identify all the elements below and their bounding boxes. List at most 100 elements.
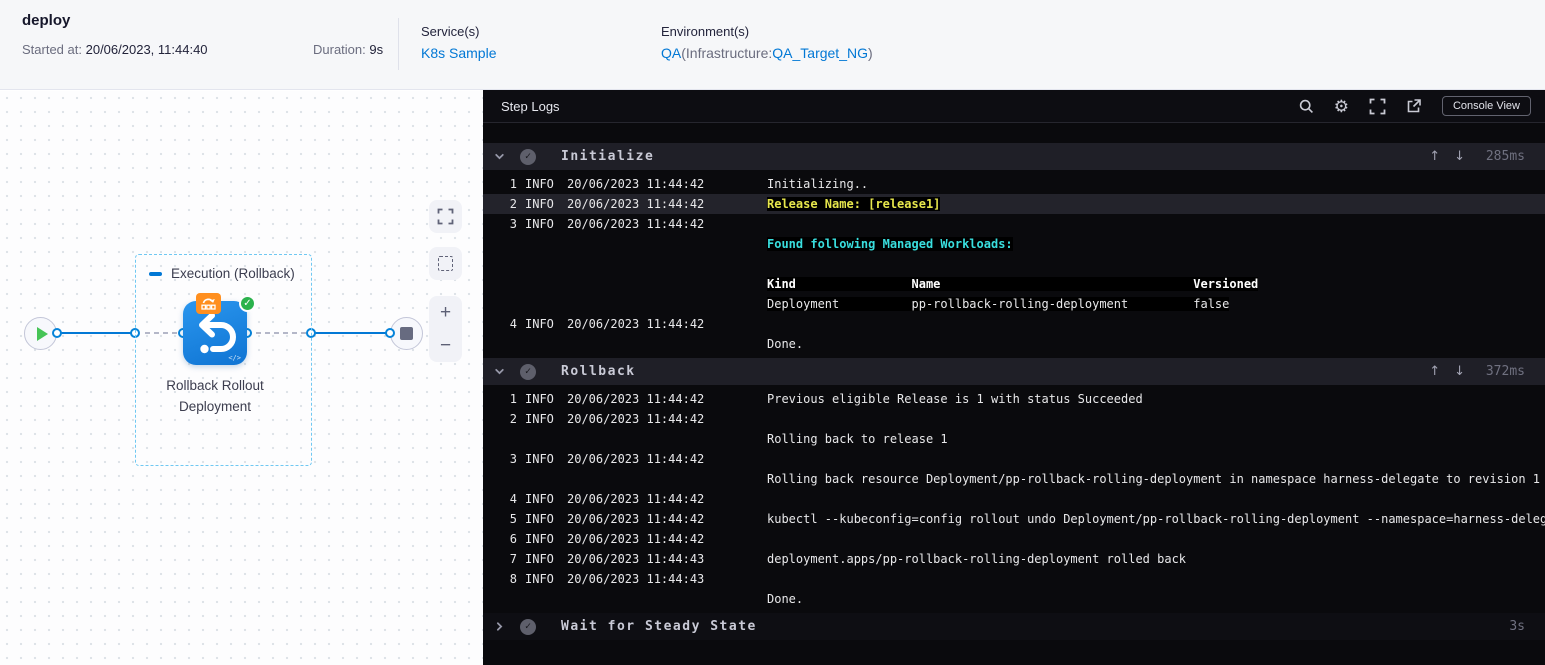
log-line: Deployment pp-rollback-rolling-deploymen… [483, 294, 1545, 314]
services-block: Service(s) K8s Sample [421, 24, 496, 61]
started-at-value: 20/06/2023, 11:44:40 [85, 42, 208, 57]
line-number: 1 [509, 177, 517, 191]
settings-gear-icon[interactable]: ⚙ [1334, 98, 1349, 115]
log-level: INFO [525, 217, 554, 231]
step-logs-title: Step Logs [501, 98, 560, 114]
section-success-check-icon: ✓ [520, 363, 536, 380]
log-line: 8 INFO 20/06/2023 11:44:43 [483, 569, 1545, 589]
duration: Duration: 9s [313, 42, 383, 57]
log-timestamp: 20/06/2023 11:44:43 [567, 552, 705, 566]
log-level: INFO [525, 317, 554, 331]
service-link[interactable]: K8s Sample [421, 45, 496, 61]
fullscreen-icon [437, 208, 454, 225]
line-number: 2 [509, 412, 517, 426]
log-line: Done. [483, 589, 1545, 609]
log-timestamp: 20/06/2023 11:44:43 [567, 572, 705, 586]
log-level: INFO [525, 412, 554, 426]
section-duration: 372ms [1485, 364, 1525, 379]
log-line: Rolling back to release 1 [483, 429, 1545, 449]
log-timestamp: 20/06/2023 11:44:42 [567, 492, 705, 506]
environments-label: Environment(s) [661, 24, 750, 39]
log-level: INFO [525, 392, 554, 406]
started-at: Started at: 20/06/2023, 11:44:40 [22, 42, 208, 57]
log-line: 1 INFO 20/06/2023 11:44:42 Initializing.. [483, 174, 1545, 194]
duration-value: 9s [369, 42, 384, 57]
log-level: INFO [525, 452, 554, 466]
chevron-down-icon[interactable] [494, 151, 512, 162]
log-section-initialize: ✓ Initialize ↑ ↓ 285ms 1 INFO 20/06/2023 11:44:… [483, 143, 1545, 354]
log-timestamp: 20/06/2023 11:44:42 [567, 197, 705, 211]
section-title: Rollback [561, 364, 636, 379]
chevron-right-icon[interactable] [494, 621, 512, 632]
section-header-wait-for-steady-state[interactable]: ✓ Wait for Steady State 3s [483, 613, 1545, 640]
scroll-to-top-icon[interactable]: ↑ [1429, 149, 1440, 164]
execution-group-label: Execution (Rollback) [171, 266, 295, 281]
environment-close-paren: ) [867, 45, 873, 61]
log-timestamp: 20/06/2023 11:44:42 [567, 512, 705, 526]
canvas-fullscreen-button[interactable] [429, 200, 462, 233]
log-level: INFO [525, 197, 554, 211]
log-message: Previous eligible Release is 1 with stat… [767, 392, 1143, 406]
log-message: Done. [767, 337, 804, 351]
marquee-select-icon [438, 256, 453, 271]
pipeline-canvas[interactable]: Execution (Rollback) </> ✓ Rollback Roll… [0, 91, 483, 665]
log-message: kubectl --kubeconfig=config rollout undo… [767, 512, 1545, 526]
scroll-to-bottom-icon[interactable]: ↓ [1454, 364, 1465, 379]
section-log-lines: 1 INFO 20/06/2023 11:44:42 Initializing.. 2 I… [483, 170, 1545, 354]
collapse-group-icon[interactable] [149, 271, 162, 276]
section-duration: 285ms [1485, 149, 1525, 164]
rollout-step-badge-icon [196, 293, 221, 314]
line-number: 4 [509, 492, 517, 506]
log-section-rollback: ✓ Rollback ↑ ↓ 372ms 1 INFO 20/06/2023 11:44:42… [483, 358, 1545, 609]
play-icon [36, 326, 48, 341]
line-number: 3 [509, 452, 517, 466]
step-logs-panel: Step Logs ⚙ Console View ✓ Initialize ↑ ↓ 28… [483, 90, 1545, 665]
log-message: Release Name: [release1] [767, 197, 941, 211]
started-at-label: Started at: [22, 42, 82, 57]
line-number: 8 [509, 572, 517, 586]
log-line: Found following Managed Workloads: [483, 234, 1545, 254]
environments-block: Environment(s) QA(Infrastructure:QA_Targ… [661, 24, 873, 61]
scroll-to-bottom-icon[interactable]: ↓ [1454, 149, 1465, 164]
line-number: 2 [509, 197, 517, 211]
chevron-down-icon[interactable] [494, 366, 512, 377]
edge-start-to-group [57, 332, 135, 334]
canvas-select-button[interactable] [429, 247, 462, 280]
log-level: INFO [525, 492, 554, 506]
log-message: Initializing.. [767, 177, 869, 191]
log-line: 5 INFO 20/06/2023 11:44:42 kubectl --kubeco… [483, 509, 1545, 529]
log-line: 3 INFO 20/06/2023 11:44:42 [483, 214, 1545, 234]
step-success-check-icon: ✓ [239, 295, 256, 312]
line-number: 3 [509, 217, 517, 231]
code-glyph: </> [228, 354, 241, 362]
log-section-wait-for-steady-state: ✓ Wait for Steady State 3s [483, 613, 1545, 640]
log-message: Kind Name Versioned [767, 277, 1259, 291]
line-number: 1 [509, 392, 517, 406]
zoom-in-button[interactable]: + [440, 303, 451, 322]
log-level: INFO [525, 572, 554, 586]
section-header-rollback[interactable]: ✓ Rollback ↑ ↓ 372ms [483, 358, 1545, 385]
open-in-new-icon[interactable] [1406, 98, 1422, 114]
connector-dot[interactable] [385, 328, 395, 338]
expand-fullscreen-icon[interactable] [1369, 98, 1386, 115]
search-icon[interactable] [1299, 99, 1314, 114]
environment-link[interactable]: QA [661, 45, 681, 61]
edge-group-to-end [311, 332, 390, 334]
scroll-to-top-icon[interactable]: ↑ [1429, 364, 1440, 379]
console-view-button[interactable]: Console View [1441, 96, 1531, 116]
line-number: 6 [509, 532, 517, 546]
log-timestamp: 20/06/2023 11:44:42 [567, 392, 705, 406]
log-level: INFO [525, 512, 554, 526]
log-line: 3 INFO 20/06/2023 11:44:42 [483, 449, 1545, 469]
section-log-lines: 1 INFO 20/06/2023 11:44:42 Previous eligibl… [483, 385, 1545, 609]
infrastructure-link[interactable]: QA_Target_NG [772, 45, 868, 61]
log-message: Found following Managed Workloads: [767, 237, 1013, 251]
section-header-initialize[interactable]: ✓ Initialize ↑ ↓ 285ms [483, 143, 1545, 170]
log-line: 4 INFO 20/06/2023 11:44:42 [483, 314, 1545, 334]
line-number: 5 [509, 512, 517, 526]
connector-dot[interactable] [52, 328, 62, 338]
zoom-out-button[interactable]: − [440, 336, 451, 355]
line-number: 4 [509, 317, 517, 331]
section-duration: 3s [1509, 619, 1525, 634]
